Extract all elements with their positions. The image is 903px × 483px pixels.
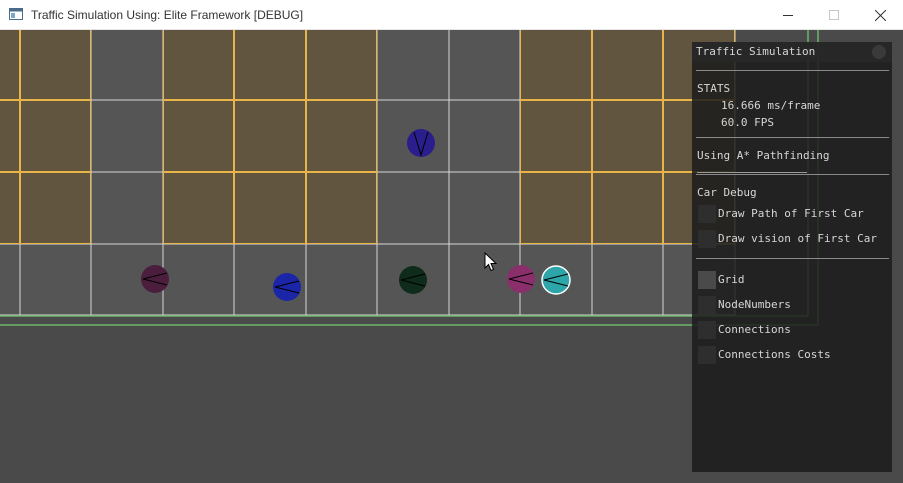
road-tile xyxy=(448,99,521,173)
minimize-icon xyxy=(783,15,793,16)
panel-title: Traffic Simulation xyxy=(696,45,816,58)
building-tile xyxy=(591,99,664,173)
building-tile xyxy=(591,171,664,245)
building-tile xyxy=(0,99,21,173)
checkbox-box[interactable] xyxy=(698,271,716,289)
road-tile xyxy=(90,30,164,101)
building-tile xyxy=(19,171,92,245)
mouse-pointer-icon xyxy=(484,252,498,272)
pathfinding-label: Using A* Pathfinding xyxy=(697,149,830,162)
checkbox-label: Grid xyxy=(718,273,745,286)
road-tile xyxy=(0,243,21,316)
checkbox-box[interactable] xyxy=(698,321,716,339)
close-icon xyxy=(874,9,886,21)
road-tile xyxy=(591,243,664,316)
close-button[interactable] xyxy=(857,0,903,30)
checkbox-label: NodeNumbers xyxy=(718,298,791,311)
minimize-button[interactable] xyxy=(765,0,811,30)
building-tile xyxy=(162,99,235,173)
building-tile xyxy=(233,30,307,101)
stats-header: STATS xyxy=(697,82,731,95)
checkbox-label: Connections xyxy=(718,323,791,336)
road-tile xyxy=(376,30,450,101)
checkbox-box[interactable] xyxy=(698,296,716,314)
car xyxy=(407,129,435,157)
separator xyxy=(696,137,889,138)
building-tile xyxy=(519,99,593,173)
checkbox-label: Draw Path of First Car xyxy=(718,207,864,220)
building-tile xyxy=(519,171,593,245)
application-window: Traffic Simulation Using: Elite Framewor… xyxy=(0,0,903,483)
car xyxy=(399,266,427,294)
building-tile xyxy=(19,99,92,173)
checkbox-box[interactable] xyxy=(698,346,716,364)
separator xyxy=(696,70,889,71)
car-debug-header: Car Debug xyxy=(697,186,757,199)
building-tile xyxy=(0,30,21,101)
road-tile xyxy=(448,30,521,101)
title-bar[interactable]: Traffic Simulation Using: Elite Framewor… xyxy=(0,0,903,30)
window-title: Traffic Simulation Using: Elite Framewor… xyxy=(31,8,304,22)
building-tile xyxy=(233,99,307,173)
road-tile xyxy=(90,171,164,245)
checkbox-box[interactable] xyxy=(698,205,716,223)
panel-header[interactable]: Traffic Simulation xyxy=(692,42,892,62)
building-tile xyxy=(305,171,378,245)
building-tile xyxy=(233,171,307,245)
simulation-viewport[interactable]: Traffic Simulation STATS 16.666 ms/frame… xyxy=(0,30,903,483)
grid-tiles xyxy=(0,30,736,316)
car xyxy=(141,265,169,293)
building-tile xyxy=(162,171,235,245)
car xyxy=(507,265,535,293)
fps-value: 60.0 FPS xyxy=(721,116,774,129)
app-window-icon xyxy=(9,8,23,20)
separator xyxy=(696,174,889,175)
road-tile xyxy=(90,99,164,173)
road-tile xyxy=(376,171,450,245)
car xyxy=(541,265,571,295)
road-tile xyxy=(162,243,235,316)
road-tile xyxy=(19,243,92,316)
building-tile xyxy=(305,99,378,173)
building-tile xyxy=(519,30,593,101)
maximize-button[interactable] xyxy=(811,0,857,30)
collapse-icon[interactable] xyxy=(872,45,886,59)
checkbox-label: Draw vision of First Car xyxy=(718,232,877,245)
building-tile xyxy=(0,171,21,245)
building-tile xyxy=(162,30,235,101)
maximize-icon xyxy=(829,10,839,20)
building-tile xyxy=(19,30,92,101)
pathfinding-underline xyxy=(697,172,807,173)
road-tile xyxy=(448,171,521,245)
ms-per-frame: 16.666 ms/frame xyxy=(721,99,821,112)
building-tile xyxy=(591,30,664,101)
checkbox-label: Connections Costs xyxy=(718,348,831,361)
checkbox-box[interactable] xyxy=(698,230,716,248)
road-tile xyxy=(305,243,378,316)
car xyxy=(273,273,301,301)
building-tile xyxy=(305,30,378,101)
separator xyxy=(696,258,889,259)
debug-panel[interactable]: Traffic Simulation STATS 16.666 ms/frame… xyxy=(692,42,892,472)
